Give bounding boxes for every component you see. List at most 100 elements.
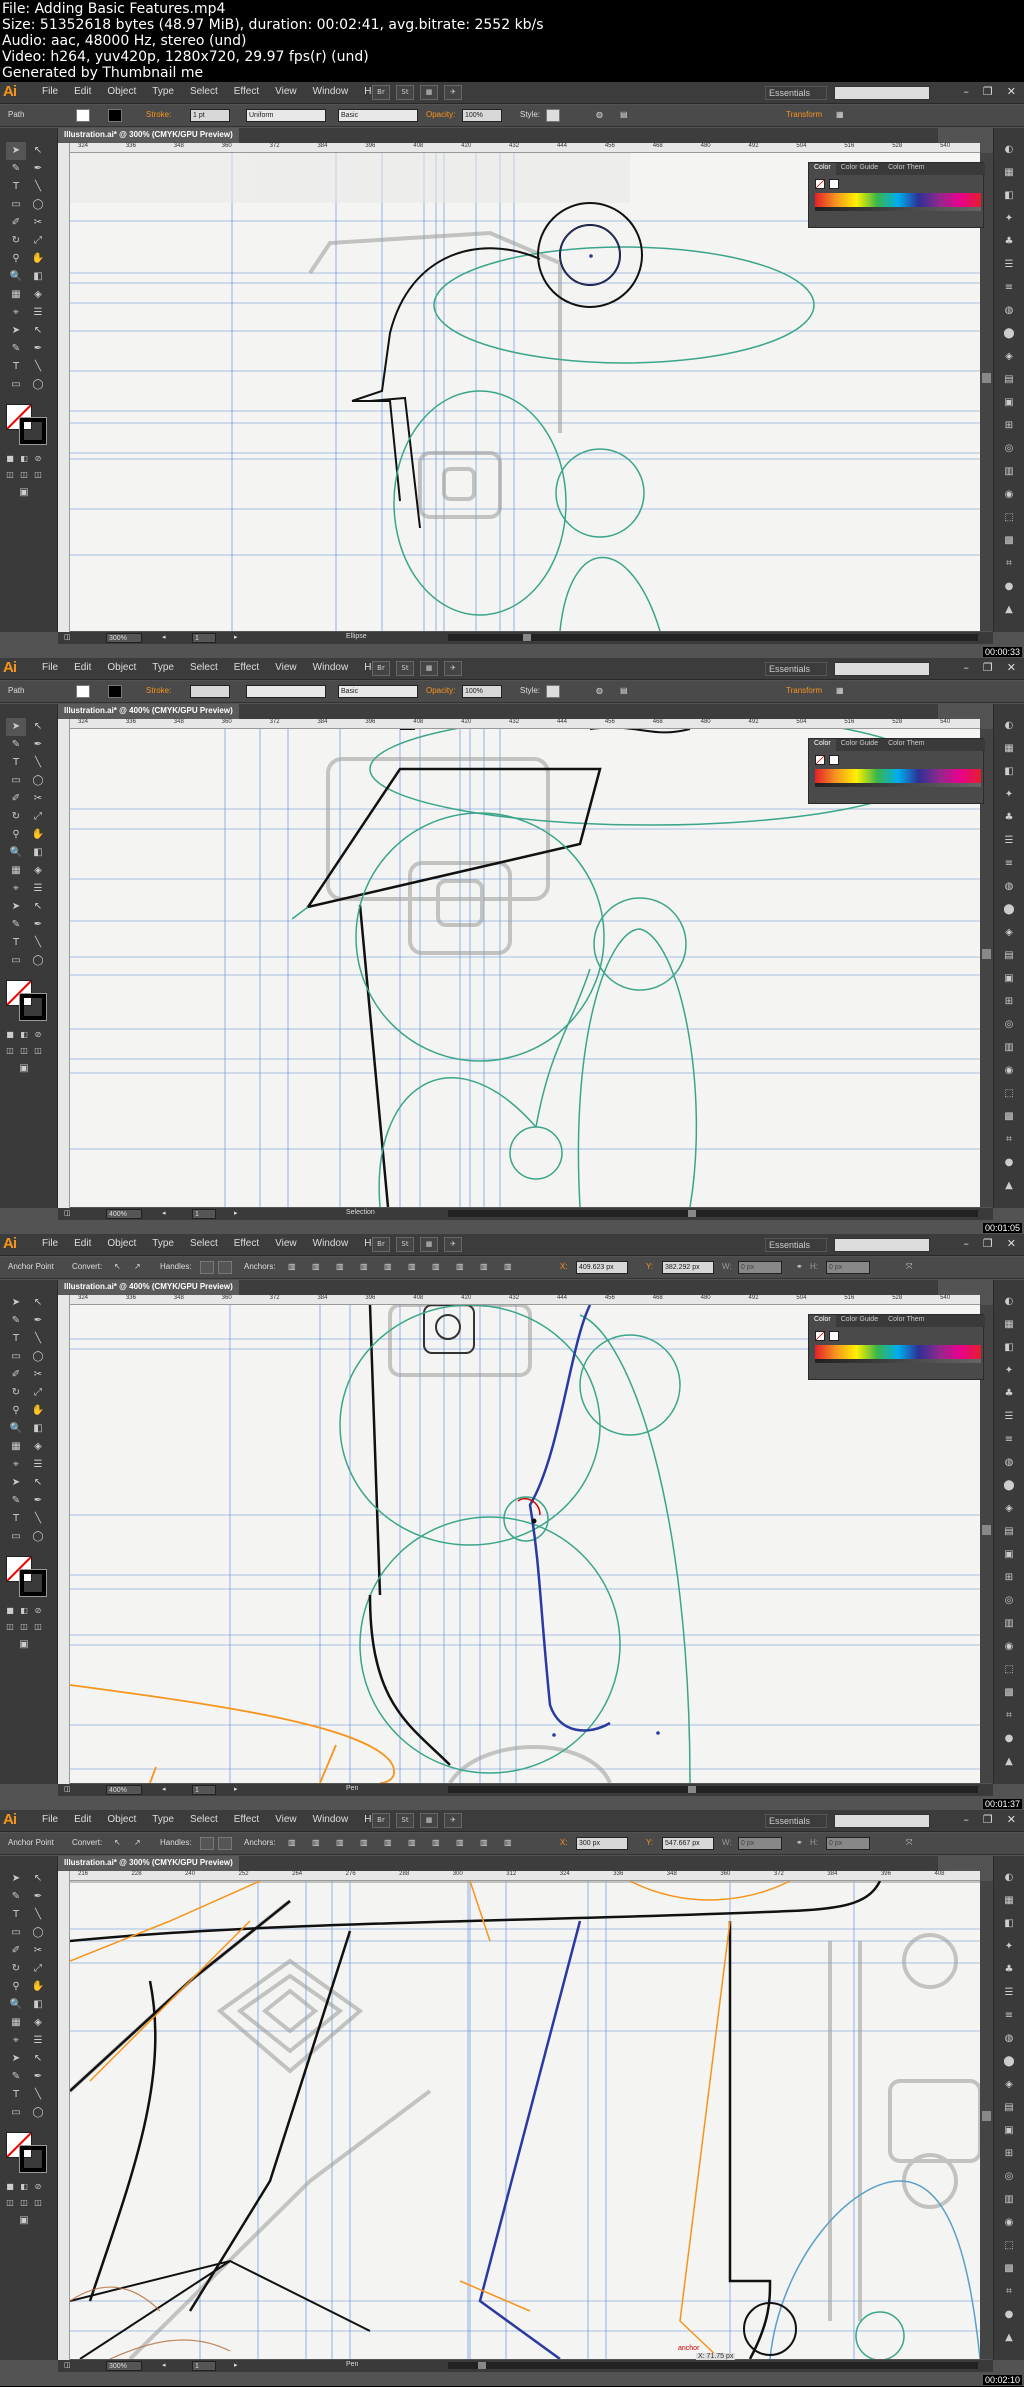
slice-tool-icon[interactable]: T [6, 934, 26, 952]
color-guide-panel-icon[interactable]: ▦ [1002, 167, 1016, 179]
gradient-panel-icon[interactable]: ≡ [1002, 282, 1016, 294]
scroll-thumb[interactable] [478, 2362, 486, 2369]
paintbrush-tool-icon[interactable]: ✐ [6, 214, 26, 232]
gpu-rocket-icon[interactable]: ✈ [444, 85, 462, 100]
transparency-panel-icon[interactable]: ◍ [1002, 1457, 1016, 1469]
panel-fill-swatch[interactable] [815, 755, 825, 765]
arrange-documents-icon[interactable]: ▦ [420, 1813, 438, 1828]
menu-select[interactable]: Select [182, 662, 226, 673]
x-field[interactable]: 409.623 px [576, 1261, 628, 1274]
perspective-tool-icon[interactable]: ▦ [6, 862, 26, 880]
perspective-tool-icon[interactable]: ▦ [6, 2014, 26, 2032]
horizontal-ruler[interactable]: 324 336 348 360 372 384 396 408 420 432 444 456 468 4… [70, 719, 980, 729]
magic-wand-tool-icon[interactable]: ✎ [6, 736, 26, 754]
current-tool-status[interactable]: Pen [346, 1785, 358, 1792]
stroke-color-box[interactable] [108, 685, 122, 698]
draw-normal-icon[interactable]: ◫ [4, 1618, 16, 1636]
transparency-panel-icon[interactable]: ◍ [1002, 881, 1016, 893]
transform-panel-icon[interactable]: ◎ [1002, 443, 1016, 455]
horizontal-scrollbar[interactable] [448, 1786, 978, 1793]
document-tab[interactable]: Illustration.ai* @ 400% (CMYK/GPU Previe… [58, 1280, 239, 1295]
next-artboard-icon[interactable]: ▸ [234, 633, 238, 641]
variable-width-profile[interactable]: Uniform [246, 109, 326, 122]
character-panel-icon[interactable]: ⌗ [1002, 1134, 1016, 1146]
convert-smooth-icon[interactable]: ↗ [134, 1262, 141, 1271]
width-tool-icon[interactable]: ✋ [28, 826, 48, 844]
hand-tool-icon[interactable]: ╲ [28, 934, 48, 952]
magic-wand-tool-icon[interactable]: ✎ [6, 1888, 26, 1906]
menu-effect[interactable]: Effect [226, 1814, 267, 1825]
graphic-styles-panel-icon[interactable]: ◈ [1002, 351, 1016, 363]
isolate-icon[interactable]: ⤧ [906, 1838, 912, 1848]
align-panel-icon[interactable]: ⊞ [1002, 420, 1016, 432]
rectangle-tool-icon[interactable]: ▭ [6, 1348, 26, 1366]
current-tool-status[interactable]: Selection [346, 1209, 375, 1216]
mesh-tool-icon[interactable]: ◈ [28, 862, 48, 880]
fill-color-box[interactable] [76, 109, 90, 122]
symbol-tool-icon[interactable]: ↖ [28, 898, 48, 916]
graphic-styles-panel-icon[interactable]: ◈ [1002, 2079, 1016, 2091]
warp-tool-icon[interactable]: ⚲ [6, 1978, 26, 1996]
mesh-tool-icon[interactable]: ◈ [28, 1438, 48, 1456]
screen-mode-icon[interactable]: ▣ [14, 1060, 34, 1078]
isolate-icon[interactable]: ▦ [836, 110, 844, 119]
color-guide-panel-icon[interactable]: ▦ [1002, 1895, 1016, 1907]
ellipse-tool-icon[interactable]: ◯ [28, 1348, 48, 1366]
scroll-thumb[interactable] [982, 949, 991, 959]
prev-artboard-icon[interactable]: ◂ [162, 1785, 166, 1793]
appearance-panel-icon[interactable]: ⬤ [1002, 1480, 1016, 1492]
align-left-icon[interactable]: ▥ [360, 1262, 368, 1271]
prev-artboard-icon[interactable]: ◂ [162, 2361, 166, 2369]
direct-selection-tool-icon[interactable]: ↖ [28, 142, 48, 160]
spectrum-shade-bar[interactable] [815, 783, 981, 787]
info-panel-icon[interactable]: ◉ [1002, 1065, 1016, 1077]
menu-view[interactable]: View [267, 662, 305, 673]
scale-tool-icon[interactable]: ⤢ [28, 808, 48, 826]
convert-smooth-icon[interactable]: ↗ [134, 1838, 141, 1847]
artboards-panel-icon[interactable]: ▣ [1002, 1549, 1016, 1561]
rotate-tool-icon[interactable]: ↻ [6, 1960, 26, 1978]
direct-selection-tool-icon[interactable]: ↖ [28, 1294, 48, 1312]
next-artboard-icon[interactable]: ▸ [234, 2361, 238, 2369]
symbols-panel-icon[interactable]: ♣ [1002, 1964, 1016, 1976]
align-panel-icon[interactable]: ⊞ [1002, 2148, 1016, 2160]
eyedropper-tool-icon[interactable]: ☰ [28, 880, 48, 898]
pathfinder-panel-icon[interactable]: ▥ [1002, 466, 1016, 478]
info-panel-icon[interactable]: ◉ [1002, 489, 1016, 501]
align-panel-icon[interactable]: ⊞ [1002, 1572, 1016, 1584]
menu-object[interactable]: Object [99, 1238, 144, 1249]
bridge-button[interactable]: St [396, 1813, 414, 1828]
symbol-tool-icon[interactable]: ↖ [28, 1474, 48, 1492]
links-panel-icon[interactable]: ▩ [1002, 2263, 1016, 2275]
pen-tool-icon[interactable]: ✒ [28, 736, 48, 754]
character-panel-icon[interactable]: ⌗ [1002, 558, 1016, 570]
slice-tool-icon[interactable]: T [6, 1510, 26, 1528]
panel-fill-swatch[interactable] [815, 179, 825, 189]
graph-tool-icon[interactable]: ✎ [6, 2068, 26, 2086]
draw-normal-icon[interactable]: ◫ [4, 466, 16, 484]
menu-select[interactable]: Select [182, 1814, 226, 1825]
swatches-panel-icon[interactable]: ◧ [1002, 1342, 1016, 1354]
scale-tool-icon[interactable]: ⤢ [28, 1384, 48, 1402]
gradient-tool-icon[interactable]: ⌖ [6, 1456, 26, 1474]
gradient-tool-icon[interactable]: ⌖ [6, 304, 26, 322]
free-transform-tool-icon[interactable]: 🔍 [6, 1996, 26, 2014]
maximize-icon[interactable]: ❐ [983, 85, 993, 98]
gradient-tool-icon[interactable]: ⌖ [6, 880, 26, 898]
transform-link[interactable]: Transform [786, 686, 822, 695]
warp-tool-icon[interactable]: ⚲ [6, 826, 26, 844]
artboard-number-field[interactable]: 1 [192, 2361, 216, 2371]
brushes-panel-icon[interactable]: ✦ [1002, 213, 1016, 225]
menu-object[interactable]: Object [99, 662, 144, 673]
gpu-rocket-icon[interactable]: ✈ [444, 661, 462, 676]
draw-inside-icon[interactable]: ◫ [32, 1618, 44, 1636]
menu-type[interactable]: Type [144, 662, 182, 673]
zoom-tool-icon[interactable]: ▭ [6, 1528, 26, 1546]
color-panel-icon[interactable]: ◐ [1002, 1872, 1016, 1884]
prev-artboard-icon[interactable]: ◂ [162, 633, 166, 641]
menu-effect[interactable]: Effect [226, 662, 267, 673]
document-tab[interactable]: Illustration.ai* @ 300% (CMYK/GPU Previe… [58, 1856, 239, 1871]
graphic-styles-panel-icon[interactable]: ◈ [1002, 1503, 1016, 1515]
menu-edit[interactable]: Edit [66, 662, 99, 673]
appearance-panel-icon[interactable]: ⬤ [1002, 328, 1016, 340]
